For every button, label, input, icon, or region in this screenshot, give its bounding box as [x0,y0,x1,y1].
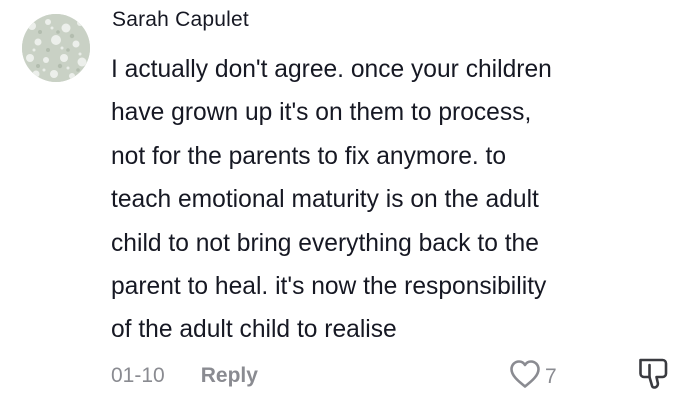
floral-avatar-image [22,14,90,82]
comment-text-line: teach emotional maturity is on the adult [111,186,539,214]
comment-text: I actually don't agree. once your childr… [111,48,681,352]
comment-text-line: parent to heal. it's now the responsibil… [111,273,547,301]
comment-date: 01-10 [111,364,165,387]
comment-text-line: not for the parents to fix anymore. to [111,142,507,170]
avatar[interactable] [22,14,90,82]
comment-text-line: have grown up it's on them to process, [111,99,532,127]
reply-button[interactable]: Reply [201,364,258,388]
dislike-button[interactable] [636,355,672,396]
comment-text-line: of the adult child to realise [111,316,397,344]
comment-text-line: I actually don't agree. once your childr… [111,56,552,83]
like-button[interactable]: 7 [509,359,557,394]
comment-text-line: child to not bring everything back to th… [111,229,539,257]
thumbs-down-icon[interactable] [636,358,672,395]
comment-author[interactable]: Sarah Capulet [112,8,249,32]
comment-item: Sarah Capulet I actually don't agree. on… [0,0,700,401]
heart-outline-icon[interactable] [509,359,541,394]
comment-meta: 01-10 Reply [111,361,258,391]
like-count: 7 [545,364,557,388]
